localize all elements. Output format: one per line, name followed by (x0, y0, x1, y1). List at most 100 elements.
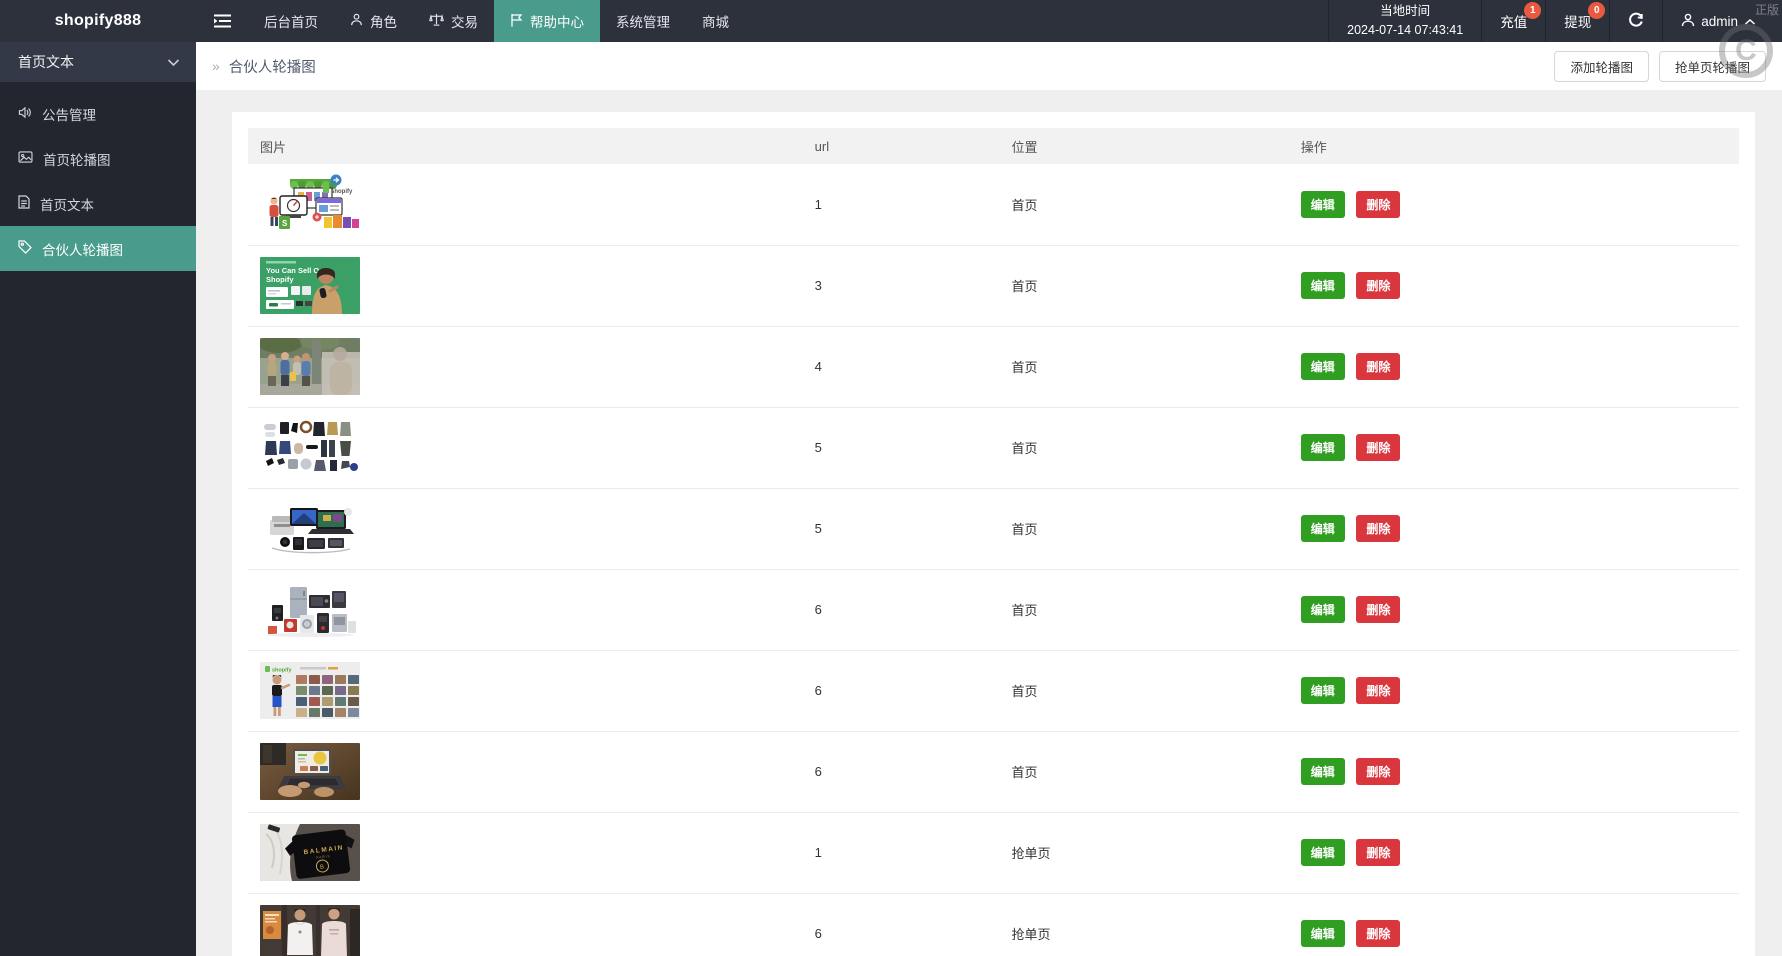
edit-button[interactable]: 编辑 (1301, 677, 1345, 704)
row-url-value: 1 (803, 812, 1000, 893)
row-position-value: 首页 (999, 731, 1288, 812)
breadcrumb-bar: » 合伙人轮播图 添加轮播图抢单页轮播图 (196, 42, 1782, 90)
thumbnail-laptop-on-desk (260, 743, 360, 800)
edit-button[interactable]: 编辑 (1301, 515, 1345, 542)
sidebar-group-label: 首页文本 (18, 52, 74, 72)
edit-button[interactable]: 编辑 (1301, 272, 1345, 299)
nav-item-4[interactable]: 帮助中心 (494, 0, 600, 42)
sidebar-item-4[interactable]: 合伙人轮播图 (0, 226, 196, 271)
svg-text:shopify: shopify (331, 189, 353, 195)
row-position-value: 抢单页 (999, 812, 1288, 893)
row-url-value: 5 (803, 488, 1000, 569)
delete-button[interactable]: 删除 (1356, 191, 1400, 218)
sidebar-item-2[interactable]: 首页轮播图 (0, 136, 196, 181)
chevron-down-icon (167, 54, 180, 70)
nav-item-3[interactable]: 交易 (413, 0, 494, 42)
sidebar-item-3[interactable]: 首页文本 (0, 181, 196, 226)
row-url-value: 6 (803, 893, 1000, 956)
thumbnail-street-shoppers-photo (260, 338, 360, 395)
column-header-image: 图片 (248, 128, 803, 164)
sidebar-item-label: 首页轮播图 (43, 149, 111, 169)
column-header-actions: 操作 (1289, 128, 1739, 164)
topbar-right: 当地时间 2024-07-14 07:43:41 充值 1 提现 0 adm (1328, 0, 1782, 42)
row-url-value: 5 (803, 407, 1000, 488)
edit-button[interactable]: 编辑 (1301, 758, 1345, 785)
grab-page-carousel-button[interactable]: 抢单页轮播图 (1659, 51, 1766, 82)
refresh-button[interactable] (1609, 0, 1662, 42)
table-header-row: 图片 url 位置 操作 (248, 128, 1739, 164)
table-card: 图片 url 位置 操作 shopify S 1 首页 编辑 删除 You Can… (232, 112, 1755, 956)
delete-button[interactable]: 删除 (1356, 758, 1400, 785)
local-time-value: 2024-07-14 07:43:41 (1347, 21, 1463, 40)
tag-icon (18, 240, 32, 257)
delete-button[interactable]: 删除 (1356, 353, 1400, 380)
svg-text:You Can Sell On: You Can Sell On (266, 266, 324, 275)
table-row: BALMAINPARISB 1 抢单页 编辑 删除 (248, 812, 1739, 893)
recharge-button[interactable]: 充值 1 (1481, 0, 1545, 42)
row-url-value: 6 (803, 569, 1000, 650)
username: admin (1701, 14, 1738, 29)
sidebar-item-label: 公告管理 (42, 104, 96, 124)
scales-icon (429, 13, 444, 30)
row-position-value: 抢单页 (999, 893, 1288, 956)
sidebar-item-label: 合伙人轮播图 (42, 239, 123, 259)
thumbnail-shopify-storefront-illustration: shopify S (260, 172, 364, 236)
nav-item-6[interactable]: 商城 (686, 0, 745, 42)
delete-button[interactable]: 删除 (1356, 515, 1400, 542)
svg-text:S: S (282, 219, 288, 228)
chevron-up-icon (1744, 14, 1756, 29)
user-menu[interactable]: admin (1662, 0, 1782, 42)
delete-button[interactable]: 删除 (1356, 434, 1400, 461)
svg-text:B: B (320, 864, 325, 870)
table-row: 6 首页 编辑 删除 (248, 569, 1739, 650)
row-url-value: 1 (803, 164, 1000, 245)
withdraw-label: 提现 (1564, 11, 1591, 31)
edit-button[interactable]: 编辑 (1301, 191, 1345, 218)
document-icon (18, 195, 30, 212)
delete-button[interactable]: 删除 (1356, 596, 1400, 623)
thumbnail-electronics-collection (260, 500, 360, 557)
breadcrumb-prefix-icon: » (212, 58, 220, 74)
delete-button[interactable]: 删除 (1356, 677, 1400, 704)
row-position-value: 首页 (999, 488, 1288, 569)
sidebar-group-homepage-text[interactable]: 首页文本 (0, 42, 196, 82)
nav-item-5[interactable]: 系统管理 (600, 0, 686, 42)
nav-item-2[interactable]: 角色 (334, 0, 413, 42)
thumbnail-balmain-black-tshirt: BALMAINPARISB (260, 824, 360, 881)
row-url-value: 6 (803, 731, 1000, 812)
row-url-value: 3 (803, 245, 1000, 326)
table-row: shopifyS 1 首页 编辑 删除 (248, 164, 1739, 245)
app-logo: shopify888 (0, 0, 196, 42)
delete-button[interactable]: 删除 (1356, 920, 1400, 947)
page-title: 合伙人轮播图 (229, 56, 316, 77)
withdraw-badge: 0 (1588, 2, 1605, 19)
thumbnail-home-appliances (260, 581, 360, 638)
topbar: shopify888 后台首页角色 交易帮助中心系统管理商城 当地时间 2024-… (0, 0, 1782, 42)
thumbnail-white-tshirt-models (260, 905, 360, 956)
top-navigation: 后台首页角色 交易帮助中心系统管理商城 (248, 0, 745, 42)
edit-button[interactable]: 编辑 (1301, 353, 1345, 380)
speaker-icon (18, 106, 32, 122)
thumbnail-shopify-product-grid-page: shopify (260, 662, 360, 719)
sidebar-collapse-icon[interactable] (196, 0, 248, 42)
edit-button[interactable]: 编辑 (1301, 920, 1345, 947)
edit-button[interactable]: 编辑 (1301, 596, 1345, 623)
delete-button[interactable]: 删除 (1356, 272, 1400, 299)
table-row: 5 首页 编辑 删除 (248, 407, 1739, 488)
edit-button[interactable]: 编辑 (1301, 839, 1345, 866)
nav-item-label: 后台首页 (264, 11, 318, 31)
table-row: You Can Sell OnShopify 3 首页 编辑 删除 (248, 245, 1739, 326)
nav-item-1[interactable]: 后台首页 (248, 0, 334, 42)
add-carousel-button[interactable]: 添加轮播图 (1554, 51, 1649, 82)
withdraw-button[interactable]: 提现 0 (1545, 0, 1609, 42)
edit-button[interactable]: 编辑 (1301, 434, 1345, 461)
row-position-value: 首页 (999, 407, 1288, 488)
page-actions: 添加轮播图抢单页轮播图 (1554, 51, 1766, 82)
delete-button[interactable]: 删除 (1356, 839, 1400, 866)
row-url-value: 4 (803, 326, 1000, 407)
recharge-label: 充值 (1500, 11, 1527, 31)
local-time-label: 当地时间 (1380, 2, 1430, 21)
nav-item-label: 交易 (451, 11, 478, 31)
table-row: 6 首页 编辑 删除 (248, 731, 1739, 812)
sidebar-item-1[interactable]: 公告管理 (0, 91, 196, 136)
